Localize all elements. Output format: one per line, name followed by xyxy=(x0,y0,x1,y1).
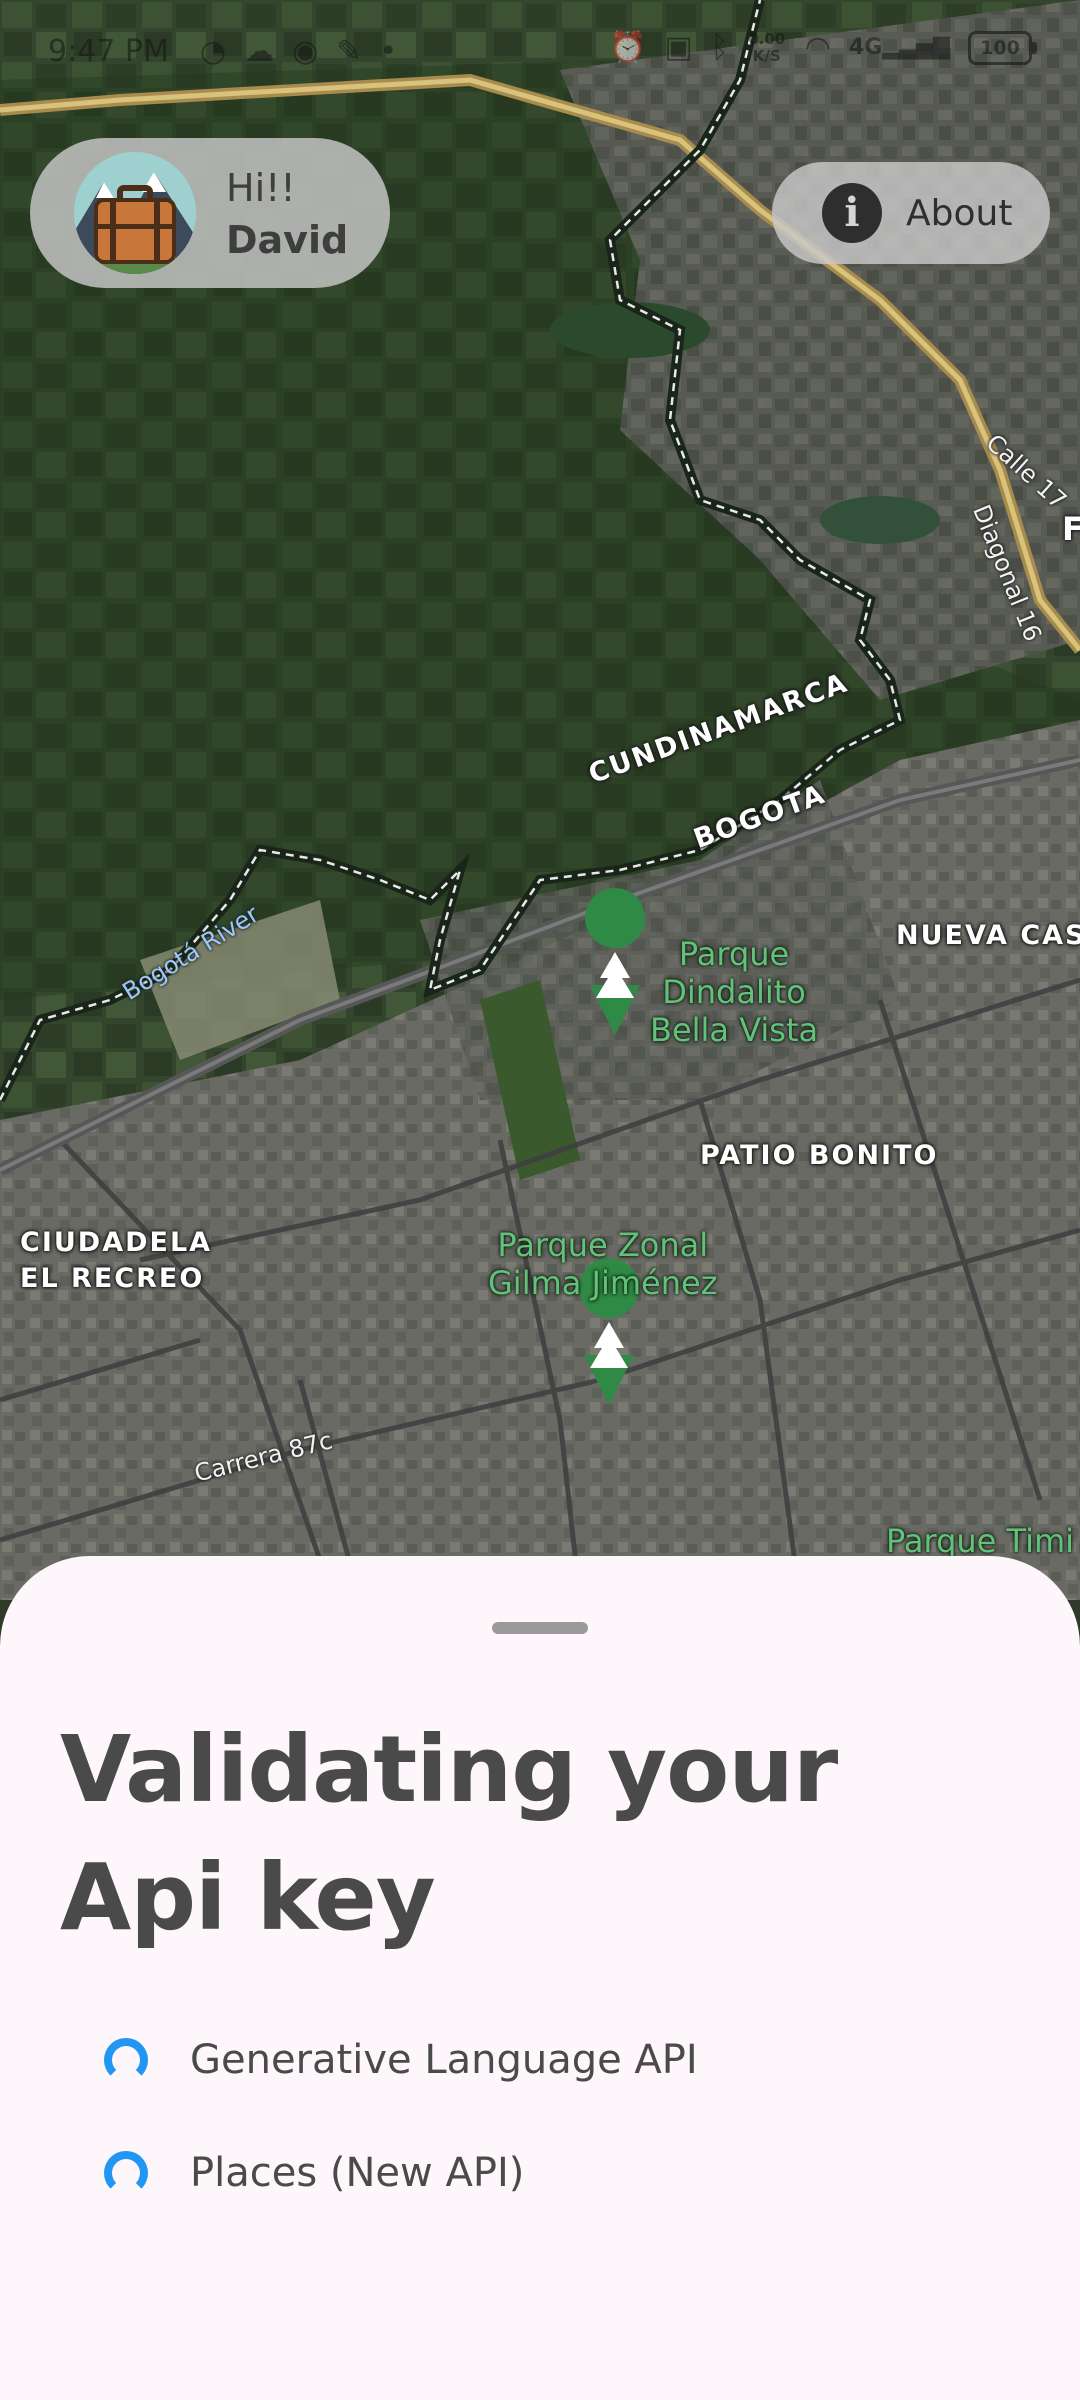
battery-icon: 100 xyxy=(968,30,1037,65)
network-type: 4G xyxy=(848,35,883,60)
bluetooth-icon: ᛒ xyxy=(710,30,729,65)
park-label-dindalito-line3: Bella Vista xyxy=(650,1011,819,1049)
park-label-gilma-line1: Parque Zonal xyxy=(497,1226,709,1264)
sync-icon: ◉ xyxy=(292,34,319,69)
dot-icon: • xyxy=(379,34,398,69)
api-check-row: Places (New API) xyxy=(104,2143,524,2203)
park-label-dindalito[interactable]: Parque Dindalito Bella Vista xyxy=(650,935,818,1049)
loading-spinner-icon xyxy=(104,2038,148,2082)
map-label-ciudadela: CIUDADELA EL RECREO xyxy=(20,1225,212,1297)
map-label-edge-letter: F xyxy=(1062,510,1080,548)
loading-spinner-icon xyxy=(104,2151,148,2195)
about-label: About xyxy=(906,192,1013,234)
net-speed: 0.00 K/S xyxy=(748,29,786,65)
nfc-icon: ▣ xyxy=(664,30,693,65)
cloud-icon: ☁ xyxy=(244,34,275,69)
pen-icon: ✎ xyxy=(336,34,362,69)
map-label-ciudadela-line2: EL RECREO xyxy=(20,1263,205,1294)
sheet-title: Validating your Api key xyxy=(60,1716,838,1951)
park-label-gilma-line2: Gilma Jiménez xyxy=(488,1264,718,1302)
park-label-dindalito-line2: Dindalito xyxy=(662,973,806,1011)
user-name: David xyxy=(226,218,349,262)
park-label-gilma-jimenez[interactable]: Parque Zonal Gilma Jiménez xyxy=(488,1226,717,1302)
greeting-text: Hi!! xyxy=(226,166,296,210)
bottom-sheet: Validating your Api key Generative Langu… xyxy=(0,1556,1080,2400)
park-label-dindalito-line1: Parque xyxy=(678,935,790,973)
map-label-nueva-castilla: NUEVA CAS xyxy=(896,920,1080,951)
avatar[interactable] xyxy=(74,152,196,274)
api-check-row: Generative Language API xyxy=(104,2030,698,2090)
park-label-timiza[interactable]: Parque Timi xyxy=(886,1522,1074,1560)
wifi-icon: ◠ xyxy=(804,30,831,65)
api-label: Generative Language API xyxy=(190,2037,698,2083)
status-time: 9:47 PM xyxy=(48,34,169,69)
drag-handle[interactable] xyxy=(492,1622,588,1634)
map-label-patio-bonito: PATIO BONITO xyxy=(700,1140,939,1171)
info-icon: i xyxy=(822,183,882,243)
about-button[interactable]: i About xyxy=(772,162,1050,264)
suitcase-icon xyxy=(74,152,196,274)
status-bar: 9:47 PM ◔ ☁ ◉ ✎ • ⏰ ▣ ᛒ 0.00 K/S ◠ 4G▂▃▅… xyxy=(0,0,1080,110)
api-label: Places (New API) xyxy=(190,2150,525,2196)
greeting: Hi!! David xyxy=(226,162,348,266)
whatsapp-icon: ◔ xyxy=(200,34,227,69)
signal-icon: 4G▂▃▅▇ xyxy=(848,35,950,60)
map-label-ciudadela-line1: CIUDADELA xyxy=(20,1227,213,1258)
alarm-icon: ⏰ xyxy=(609,30,647,65)
user-greeting-pill[interactable]: Hi!! David xyxy=(30,138,390,288)
